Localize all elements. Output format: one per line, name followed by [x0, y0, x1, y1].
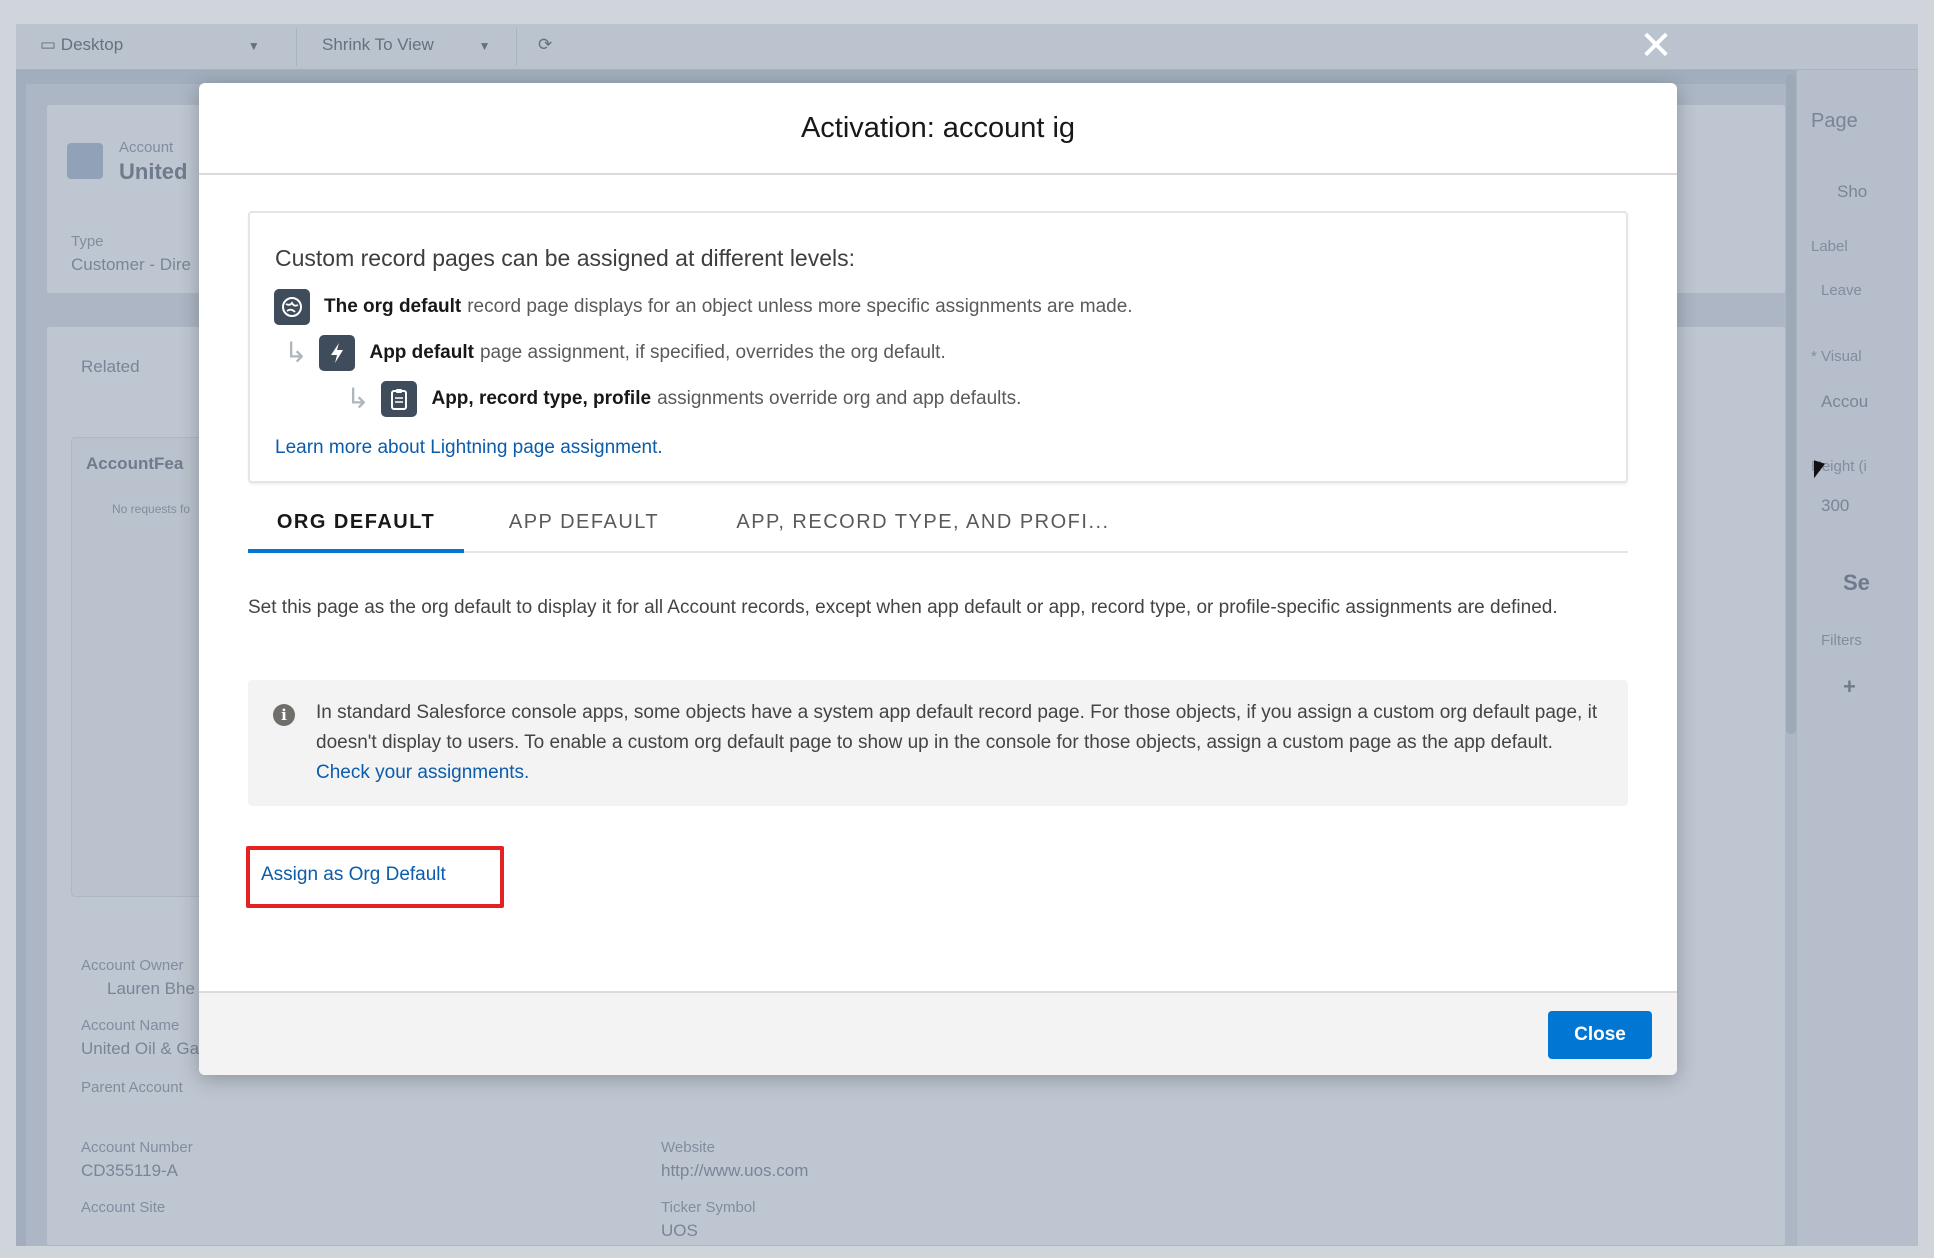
clipboard-icon	[381, 381, 418, 417]
lightning-icon	[319, 335, 356, 371]
notice-text: In standard Salesforce console apps, som…	[316, 702, 1598, 753]
globe-icon	[274, 289, 310, 325]
assignment-tabs: ORG DEFAULT APP DEFAULT APP, RECORD TYPE…	[248, 503, 1628, 553]
tab-app-record-type-profile[interactable]: APP, RECORD TYPE, AND PROFI...	[708, 511, 1138, 553]
modal-header: Activation: account ig	[199, 83, 1677, 175]
mouse-cursor-icon	[1814, 460, 1825, 482]
org-default-description: Set this page as the org default to disp…	[248, 597, 1558, 618]
console-notice: i In standard Salesforce console apps, s…	[248, 680, 1628, 806]
learn-more-link[interactable]: Learn more about Lightning page assignme…	[275, 437, 663, 459]
tab-org-default[interactable]: ORG DEFAULT	[248, 511, 464, 553]
subitem-arrow-icon: ↳	[346, 383, 370, 414]
activation-modal: Activation: account ig Custom record pag…	[199, 83, 1677, 1075]
notice-text-block: In standard Salesforce console apps, som…	[316, 698, 1606, 788]
level-app-record-type-profile: ↳ App, record type, profile assignments …	[346, 381, 1021, 417]
check-assignments-link[interactable]: Check your assignments.	[316, 762, 529, 783]
modal-footer: Close	[199, 991, 1677, 1075]
assignment-levels-card: Custom record pages can be assigned at d…	[248, 211, 1628, 483]
close-button[interactable]: Close	[1548, 1011, 1652, 1059]
assign-as-org-default-button[interactable]: Assign as Org Default	[259, 860, 448, 890]
subitem-arrow-icon: ↳	[284, 337, 308, 368]
modal-title: Activation: account ig	[800, 111, 1076, 144]
tab-app-default[interactable]: APP DEFAULT	[484, 511, 684, 553]
level-app-default: ↳ App default page assignment, if specif…	[284, 335, 946, 371]
close-icon[interactable]: ✕	[1636, 26, 1676, 66]
info-icon: i	[273, 704, 295, 726]
level-org-default: The org default record page displays for…	[274, 289, 1133, 325]
levels-heading: Custom record pages can be assigned at d…	[275, 245, 856, 271]
